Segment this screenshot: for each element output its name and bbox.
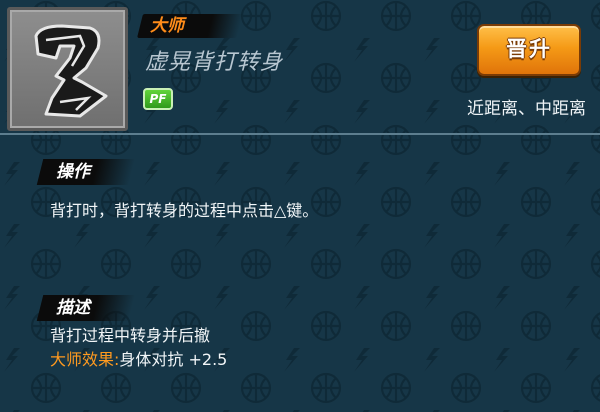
skill-icon-frame <box>7 7 128 131</box>
description-text: 背打过程中转身并后撤 <box>50 326 211 345</box>
operation-text: 背打时，背打转身的过程中点击△键。 <box>50 201 319 220</box>
position-badge: PF <box>143 88 173 110</box>
header-divider <box>0 133 600 135</box>
back-turn-move-icon <box>34 24 108 118</box>
master-effect-value: 身体对抗 +2.5 <box>119 350 228 369</box>
operation-label: 操作 <box>56 162 90 182</box>
master-effect-line: 大师效果:身体对抗 +2.5 <box>50 349 227 370</box>
range-text: 近距离、中距离 <box>467 99 586 119</box>
master-effect-label: 大师效果: <box>50 350 120 369</box>
description-label: 描述 <box>56 298 90 318</box>
skill-name: 虚晃背打转身 <box>145 50 284 75</box>
rank-label: 大师 <box>150 16 184 36</box>
upgrade-button[interactable]: 晋升 <box>477 24 581 76</box>
